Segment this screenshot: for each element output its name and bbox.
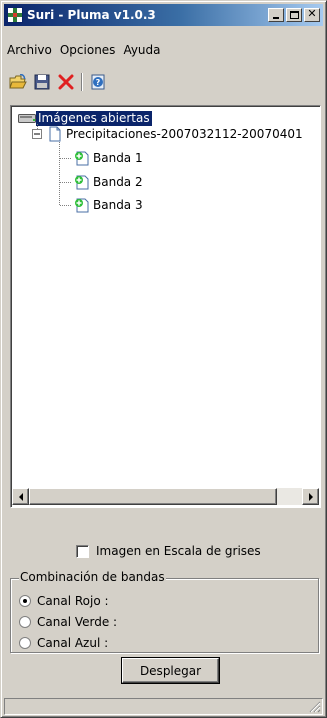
radio-selected-icon[interactable] [19, 595, 31, 607]
tree-band-3[interactable]: Banda 3 [73, 197, 145, 213]
band-icon [75, 175, 89, 190]
scroll-left-button[interactable] [12, 488, 29, 505]
tree-band-1[interactable]: Banda 1 [73, 150, 145, 166]
menu-archivo[interactable]: Archivo [4, 41, 56, 59]
grayscale-option[interactable]: Imagen en Escala de grises [76, 544, 261, 558]
tree-band-2[interactable]: Banda 2 [73, 174, 145, 190]
close-button[interactable]: ✕ [304, 7, 320, 22]
arrow-left-icon [18, 492, 23, 501]
tree-file-label: Precipitaciones-2007032112-20070401 [66, 126, 303, 141]
radio-label: Canal Azul : [37, 636, 109, 650]
band-icon [75, 151, 89, 166]
open-button[interactable] [7, 71, 29, 93]
help-icon: ? [91, 74, 105, 90]
minimize-icon [273, 17, 279, 19]
scroll-right-button[interactable] [302, 488, 319, 505]
svg-text:?: ? [96, 78, 101, 87]
help-button[interactable]: ? [87, 71, 109, 93]
toolbar: ? [7, 70, 111, 94]
tree-band-label: Banda 2 [93, 174, 143, 189]
minimize-button[interactable] [268, 8, 284, 22]
delete-button[interactable] [55, 71, 77, 93]
tree-file-row[interactable]: Precipitaciones-2007032112-20070401 [32, 126, 305, 142]
open-folder-icon [9, 74, 27, 89]
grayscale-checkbox[interactable] [76, 544, 89, 558]
horizontal-scrollbar[interactable] [12, 488, 319, 505]
radio-canal-azul[interactable]: Canal Azul : [19, 636, 108, 650]
radio-icon[interactable] [19, 616, 31, 628]
save-icon [34, 74, 50, 90]
maximize-icon [290, 11, 299, 19]
status-bar [4, 698, 323, 715]
radio-label: Canal Verde : [37, 615, 118, 629]
save-button[interactable] [31, 71, 53, 93]
radio-icon[interactable] [19, 637, 31, 649]
arrow-right-icon [308, 492, 313, 501]
title-bar[interactable]: Suri - Pluma v1.0.3 ✕ [4, 4, 323, 26]
tree-band-label: Banda 3 [93, 197, 143, 212]
delete-icon [58, 74, 74, 90]
window-title: Suri - Pluma v1.0.3 [27, 8, 156, 22]
app-logo-icon [7, 7, 23, 23]
radio-label: Canal Rojo : [37, 594, 109, 608]
tree-band-label: Banda 1 [93, 150, 143, 165]
band-icon [75, 198, 89, 213]
document-icon [49, 126, 61, 142]
menu-ayuda[interactable]: Ayuda [119, 41, 164, 59]
menu-bar: Archivo Opciones Ayuda [4, 41, 165, 59]
close-icon: ✕ [307, 7, 317, 20]
menu-opciones[interactable]: Opciones [56, 41, 120, 59]
image-tree[interactable]: Imágenes abiertas Precipitaciones-200703… [10, 105, 321, 508]
display-button[interactable]: Desplegar [122, 658, 219, 683]
scroll-thumb[interactable] [29, 488, 277, 505]
grayscale-label: Imagen en Escala de grises [96, 544, 261, 558]
group-title: Combinación de bandas [19, 570, 166, 585]
radio-canal-rojo[interactable]: Canal Rojo : [19, 594, 109, 608]
collapse-icon[interactable] [32, 129, 42, 139]
app-window: Suri - Pluma v1.0.3 ✕ Archivo Opciones A… [0, 0, 327, 718]
maximize-button[interactable] [286, 8, 302, 22]
toolbar-separator [81, 73, 83, 91]
resize-grip-icon[interactable] [309, 701, 321, 713]
radio-canal-verde[interactable]: Canal Verde : [19, 615, 117, 629]
drive-icon [18, 114, 36, 123]
